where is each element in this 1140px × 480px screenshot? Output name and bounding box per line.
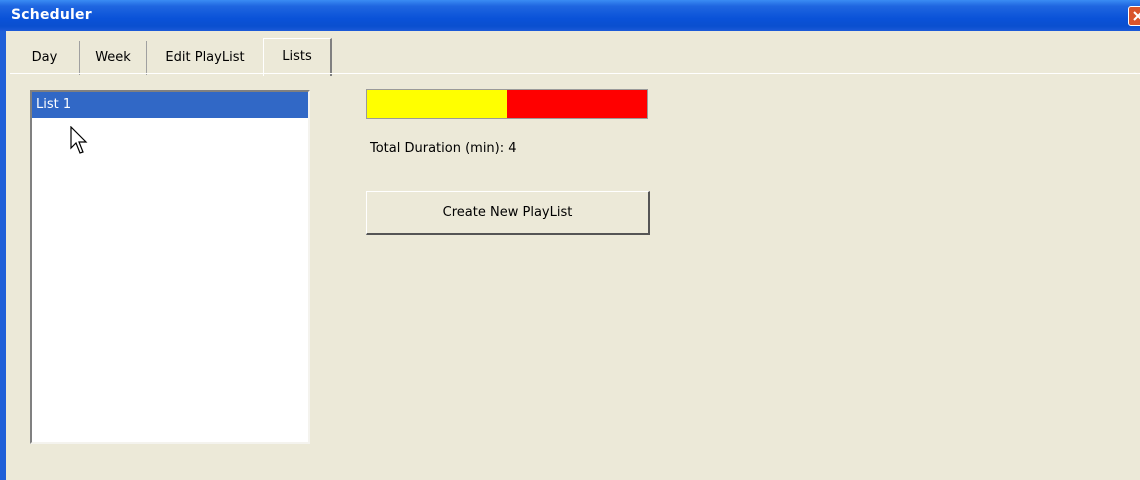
tab-panel-border xyxy=(10,73,1140,74)
window-title: Scheduler xyxy=(11,7,92,23)
duration-bar xyxy=(366,89,648,119)
mouse-cursor-icon xyxy=(70,126,88,154)
close-button[interactable] xyxy=(1128,6,1140,26)
tab-edit-playlist[interactable]: Edit PlayList xyxy=(147,41,263,75)
tab-strip: Day Week Edit PlayList Lists xyxy=(10,38,1140,76)
tab-day[interactable]: Day xyxy=(10,41,80,75)
total-duration-label: Total Duration (min): 4 xyxy=(370,141,517,156)
tab-week[interactable]: Week xyxy=(80,41,147,75)
close-icon xyxy=(1133,11,1140,21)
title-bar[interactable]: Scheduler xyxy=(0,0,1140,31)
tab-lists[interactable]: Lists xyxy=(263,38,332,76)
list-item[interactable]: List 1 xyxy=(32,92,308,118)
duration-bar-fill xyxy=(367,90,507,118)
create-new-playlist-button[interactable]: Create New PlayList xyxy=(366,191,650,235)
window-left-border-inner xyxy=(6,31,10,480)
scheduler-window: Scheduler Day Week Edit PlayList Lists L… xyxy=(0,0,1140,480)
